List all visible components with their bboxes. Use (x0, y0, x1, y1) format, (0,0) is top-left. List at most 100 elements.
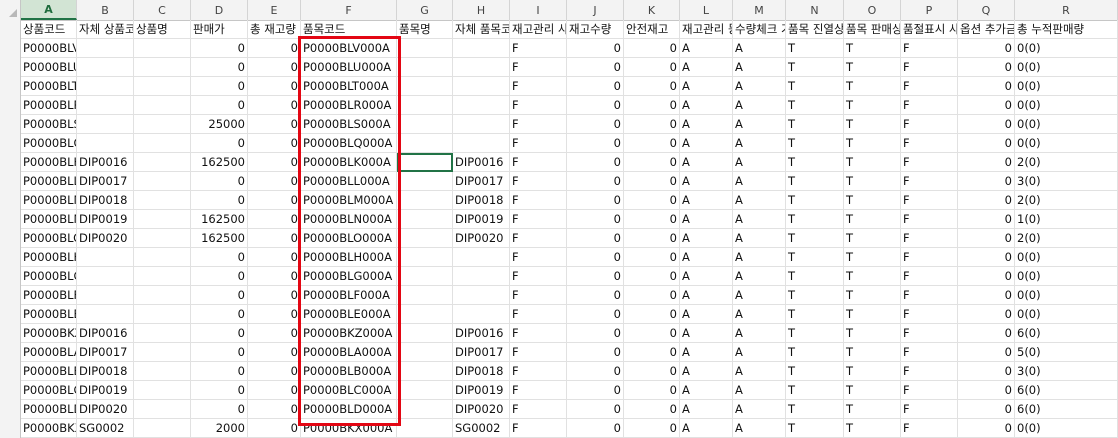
table-cell[interactable]: F (901, 191, 958, 210)
table-cell[interactable]: 0 (248, 400, 301, 419)
table-cell[interactable]: A (733, 172, 786, 191)
table-cell[interactable]: A (733, 286, 786, 305)
table-cell[interactable]: 0 (567, 172, 624, 191)
table-cell[interactable]: 0 (248, 153, 301, 172)
table-cell[interactable]: T (844, 305, 901, 324)
table-cell[interactable]: 3(0) (1015, 172, 1118, 191)
column-header-b[interactable]: B (77, 0, 134, 20)
table-cell[interactable]: P0000BLN (21, 210, 77, 229)
table-cell[interactable]: P0000BKX (21, 419, 77, 438)
table-cell[interactable]: 0 (958, 419, 1015, 438)
table-cell[interactable]: 6(0) (1015, 324, 1118, 343)
table-cell[interactable]: DIP0016 (453, 153, 510, 172)
table-cell[interactable]: F (510, 153, 567, 172)
table-cell[interactable]: F (901, 210, 958, 229)
table-cell[interactable]: T (844, 172, 901, 191)
row-header[interactable] (0, 20, 21, 39)
table-cell[interactable]: T (786, 362, 844, 381)
table-cell[interactable]: T (786, 134, 844, 153)
header-cell[interactable]: 품목명 (397, 20, 453, 39)
table-cell[interactable]: 0 (958, 58, 1015, 77)
table-cell[interactable] (453, 39, 510, 58)
table-cell[interactable]: F (510, 191, 567, 210)
table-cell[interactable]: F (901, 267, 958, 286)
table-cell[interactable]: 0 (567, 381, 624, 400)
table-cell[interactable]: F (901, 381, 958, 400)
table-cell[interactable]: DIP0018 (77, 362, 134, 381)
table-cell[interactable]: DIP0020 (77, 229, 134, 248)
table-cell[interactable]: 0 (248, 191, 301, 210)
table-cell[interactable]: 0(0) (1015, 134, 1118, 153)
column-header-m[interactable]: M (733, 0, 786, 20)
table-cell[interactable]: 0 (624, 77, 680, 96)
table-cell[interactable]: 0 (248, 115, 301, 134)
table-cell[interactable] (397, 419, 453, 438)
table-cell[interactable]: P0000BLK000A (301, 153, 397, 172)
table-cell[interactable]: 6(0) (1015, 381, 1118, 400)
row-header[interactable] (0, 419, 21, 438)
table-cell[interactable]: P0000BLU000A (301, 58, 397, 77)
table-cell[interactable] (453, 248, 510, 267)
row-header[interactable] (0, 96, 21, 115)
table-cell[interactable] (77, 77, 134, 96)
table-cell[interactable]: 0 (248, 172, 301, 191)
table-cell[interactable]: A (733, 77, 786, 96)
table-cell[interactable]: P0000BLF (21, 286, 77, 305)
table-cell[interactable] (134, 419, 191, 438)
table-cell[interactable]: T (786, 58, 844, 77)
table-cell[interactable]: 0 (191, 362, 248, 381)
row-header[interactable] (0, 115, 21, 134)
table-cell[interactable]: F (510, 96, 567, 115)
table-cell[interactable] (134, 305, 191, 324)
table-cell[interactable]: 0 (958, 39, 1015, 58)
table-cell[interactable]: A (733, 362, 786, 381)
table-cell[interactable]: 0(0) (1015, 58, 1118, 77)
table-cell[interactable]: F (901, 362, 958, 381)
table-cell[interactable]: A (680, 58, 733, 77)
table-cell[interactable]: P0000BLQ000A (301, 134, 397, 153)
column-header-l[interactable]: L (680, 0, 733, 20)
table-cell[interactable]: 0 (624, 419, 680, 438)
table-cell[interactable]: 0 (958, 172, 1015, 191)
table-cell[interactable]: A (680, 362, 733, 381)
table-cell[interactable] (134, 248, 191, 267)
table-cell[interactable]: A (733, 267, 786, 286)
column-header-a[interactable]: A (21, 0, 77, 20)
table-cell[interactable]: 162500 (191, 153, 248, 172)
header-cell[interactable]: 품목 판매상태 (844, 20, 901, 39)
table-cell[interactable]: A (733, 305, 786, 324)
table-cell[interactable] (77, 115, 134, 134)
table-cell[interactable]: P0000BLM (21, 191, 77, 210)
table-cell[interactable] (134, 229, 191, 248)
table-cell[interactable]: T (786, 153, 844, 172)
table-cell[interactable]: DIP0017 (77, 343, 134, 362)
table-cell[interactable]: SG0002 (77, 419, 134, 438)
table-cell[interactable]: 0 (248, 324, 301, 343)
table-cell[interactable] (397, 305, 453, 324)
table-cell[interactable]: F (901, 305, 958, 324)
header-cell[interactable]: 품목코드 (301, 20, 397, 39)
select-all-corner[interactable] (0, 0, 21, 20)
header-cell[interactable]: 자체 품목코드 (453, 20, 510, 39)
table-cell[interactable]: A (733, 58, 786, 77)
table-cell[interactable]: 0 (567, 400, 624, 419)
table-cell[interactable]: 0 (958, 115, 1015, 134)
header-cell[interactable]: 상품코드 (21, 20, 77, 39)
table-cell[interactable]: 0 (624, 248, 680, 267)
table-cell[interactable]: P0000BLO (21, 229, 77, 248)
table-cell[interactable]: T (844, 96, 901, 115)
table-cell[interactable]: 0 (567, 153, 624, 172)
table-cell[interactable]: 0 (567, 96, 624, 115)
row-header[interactable] (0, 58, 21, 77)
table-cell[interactable]: A (733, 324, 786, 343)
row-header[interactable] (0, 172, 21, 191)
table-cell[interactable]: 0 (958, 343, 1015, 362)
table-cell[interactable]: DIP0018 (453, 191, 510, 210)
table-cell[interactable] (397, 324, 453, 343)
table-cell[interactable]: T (844, 381, 901, 400)
table-cell[interactable]: F (510, 248, 567, 267)
table-cell[interactable]: F (901, 343, 958, 362)
table-cell[interactable] (453, 286, 510, 305)
table-cell[interactable]: 0 (624, 134, 680, 153)
table-cell[interactable]: F (510, 324, 567, 343)
